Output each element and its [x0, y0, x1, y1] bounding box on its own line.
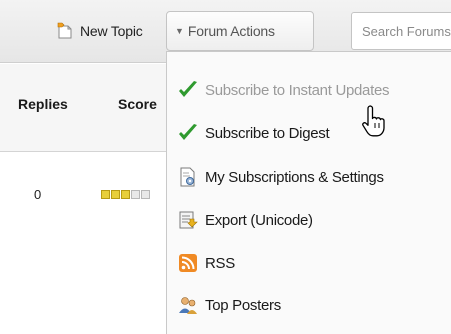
- checkmark-icon: [177, 79, 199, 101]
- score-square: [131, 190, 140, 199]
- menu-item-label: Subscribe to Instant Updates: [205, 81, 390, 99]
- score-square: [111, 190, 120, 199]
- settings-document-icon: [177, 166, 199, 188]
- new-topic-label: New Topic: [80, 23, 143, 39]
- checkmark-icon: [177, 122, 199, 144]
- people-icon: [177, 294, 199, 316]
- replies-count: 0: [34, 187, 42, 202]
- menu-item-rss[interactable]: RSS: [177, 247, 235, 279]
- search-forums-input[interactable]: [351, 12, 451, 50]
- menu-item-my-subscriptions[interactable]: My Subscriptions & Settings: [177, 161, 384, 193]
- forum-actions-button[interactable]: ▼ Forum Actions: [166, 11, 314, 51]
- table-row: 0: [0, 153, 166, 239]
- forum-actions-label: Forum Actions: [187, 23, 275, 39]
- menu-item-label: Top Posters: [205, 296, 281, 314]
- table-header: Replies Score: [0, 64, 166, 152]
- menu-item-subscribe-instant[interactable]: Subscribe to Instant Updates: [177, 74, 390, 106]
- menu-item-top-posters[interactable]: Top Posters: [177, 289, 281, 321]
- score-rating: [101, 190, 150, 199]
- column-header-replies[interactable]: Replies: [18, 96, 68, 112]
- menu-item-export-unicode[interactable]: Export (Unicode): [177, 204, 313, 236]
- menu-item-label: Subscribe to Digest: [205, 124, 330, 142]
- new-topic-button[interactable]: New Topic: [56, 18, 143, 44]
- score-square: [141, 190, 150, 199]
- menu-item-label: My Subscriptions & Settings: [205, 168, 384, 186]
- menu-item-label: Export (Unicode): [205, 211, 313, 229]
- rss-icon: [177, 252, 199, 274]
- new-topic-icon: [56, 21, 74, 42]
- score-square: [101, 190, 110, 199]
- menu-item-subscribe-digest[interactable]: Subscribe to Digest: [177, 117, 330, 149]
- score-square: [121, 190, 130, 199]
- menu-item-label: RSS: [205, 254, 235, 272]
- export-icon: [177, 209, 199, 231]
- chevron-down-icon: ▼: [175, 26, 184, 36]
- forum-actions-menu: Subscribe to Instant Updates Subscribe t…: [166, 51, 451, 334]
- column-header-score[interactable]: Score: [118, 96, 157, 112]
